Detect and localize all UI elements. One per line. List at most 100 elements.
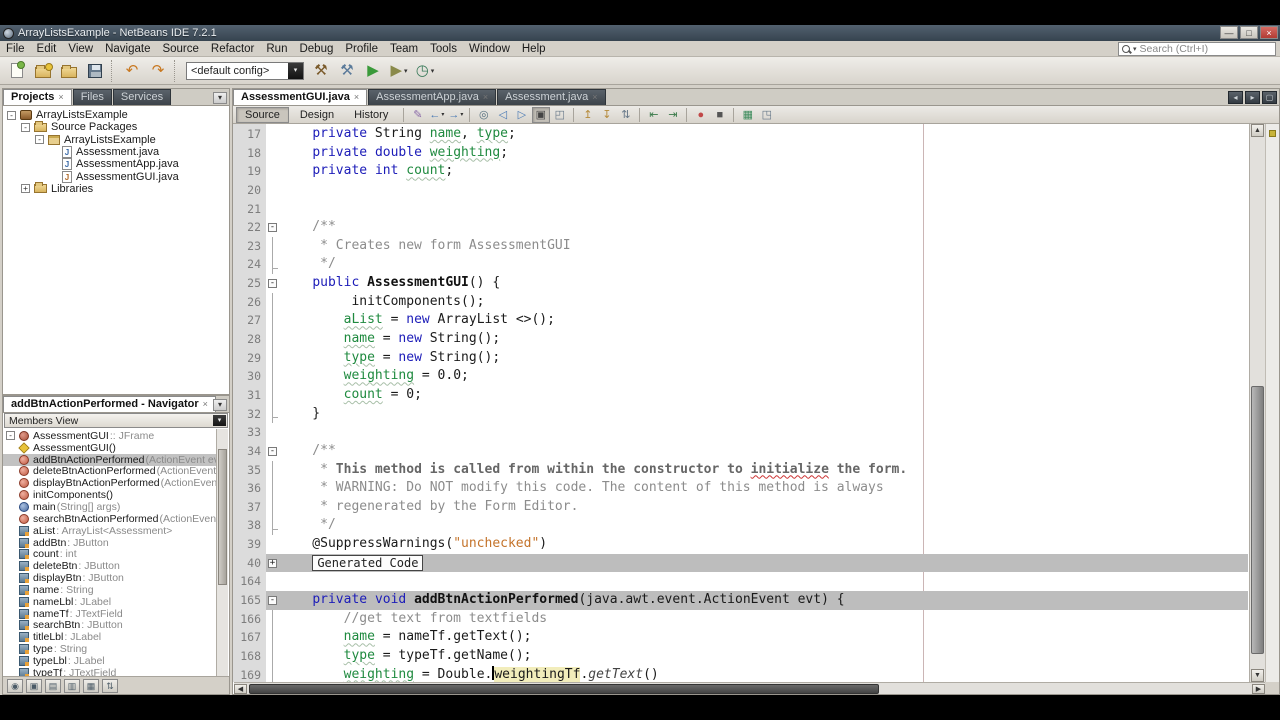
line-number[interactable]: 23 (233, 237, 266, 256)
line-number[interactable]: 37 (233, 498, 266, 517)
line-number[interactable]: 169 (233, 666, 266, 682)
line-number[interactable]: 29 (233, 349, 266, 368)
show-non-public-filter-button[interactable]: ▦ (83, 678, 99, 693)
line-number[interactable]: 31 (233, 386, 266, 405)
fold-column[interactable]: + (266, 553, 281, 573)
line-number[interactable]: 168 (233, 647, 266, 666)
member-assessmentgui[interactable]: AssessmentGUI() (3, 442, 216, 454)
tab-assessmentapp-java[interactable]: AssessmentApp.java × (368, 89, 497, 105)
split-document-button[interactable]: ◳ (758, 107, 776, 123)
scroll-left-button[interactable]: ◀ (234, 684, 247, 694)
menu-item-window[interactable]: Window (463, 41, 516, 57)
code-line-23[interactable]: 23 * Creates new form AssessmentGUI (233, 236, 1248, 256)
generated-code-fold-box[interactable]: Generated Code (312, 554, 424, 571)
member-assessmentgui[interactable]: - AssessmentGUI :: JFrame (3, 430, 216, 442)
line-number[interactable]: 32 (233, 405, 266, 424)
line-number[interactable]: 25 (233, 274, 266, 293)
member-displaybtn[interactable]: displayBtn : JButton (3, 572, 216, 584)
member-count[interactable]: count : int (3, 548, 216, 560)
line-number[interactable]: 40 (233, 554, 266, 573)
view-button-history[interactable]: History (345, 107, 397, 123)
back-button[interactable]: ← ▾ (428, 107, 446, 123)
line-number[interactable]: 33 (233, 423, 266, 442)
tree-expander-icon[interactable]: - (35, 135, 44, 145)
code-editor[interactable]: 17 private String name, type; 18 private … (233, 124, 1248, 682)
menu-item-tools[interactable]: Tools (424, 41, 463, 57)
stop-macro-button[interactable]: ■ (711, 107, 729, 123)
view-button-source[interactable]: Source (236, 106, 289, 123)
fold-column[interactable]: - (266, 442, 281, 461)
navigator-scrollbar-thumb[interactable] (218, 448, 227, 585)
code-line-167[interactable]: 167 name = nameTf.getText(); (233, 628, 1248, 647)
find-next-button[interactable]: ▷ (513, 107, 531, 123)
code-line-24[interactable]: 24 */ (233, 255, 1248, 275)
code-line-22[interactable]: 22- /** (233, 218, 1248, 237)
search-input[interactable]: ▾ Search (Ctrl+I) (1118, 42, 1276, 56)
member-name[interactable]: name : String (3, 584, 216, 596)
member-nametf[interactable]: nameTf : JTextField (3, 608, 216, 620)
line-number[interactable]: 21 (233, 200, 266, 219)
last-edit-location-button[interactable]: ✎ (409, 107, 427, 123)
code-line-20[interactable]: 20 (233, 181, 1248, 200)
fold-collapse-icon[interactable]: - (268, 446, 277, 456)
menu-item-source[interactable]: Source (156, 41, 204, 57)
member-displaybtnactionperformed[interactable]: displayBtnActionPerformed(ActionEvent ev… (3, 477, 216, 489)
tab-assessmentgui-java[interactable]: AssessmentGUI.java × (233, 89, 368, 105)
scroll-down-button[interactable]: ▼ (1251, 669, 1264, 682)
code-line-32[interactable]: 32 } (233, 404, 1248, 424)
fold-column[interactable]: - (266, 218, 281, 237)
new-project-button[interactable] (31, 59, 55, 83)
menu-item-debug[interactable]: Debug (293, 41, 339, 57)
menu-item-run[interactable]: Run (260, 41, 293, 57)
line-number[interactable]: 38 (233, 516, 266, 535)
tab-close-icon[interactable]: × (58, 90, 63, 105)
run-project-button[interactable]: ▶ (361, 59, 385, 83)
tree-expander-icon[interactable]: + (21, 184, 30, 194)
error-stripe[interactable] (1265, 124, 1279, 682)
scroll-tabs-right-button[interactable]: ▸ (1245, 91, 1260, 104)
line-number[interactable]: 164 (233, 572, 266, 591)
line-number[interactable]: 18 (233, 144, 266, 163)
redo-button[interactable]: ↷ (146, 59, 170, 83)
menu-item-view[interactable]: View (62, 41, 99, 57)
line-number[interactable]: 17 (233, 125, 266, 144)
member-searchbtnactionperformed[interactable]: searchBtnActionPerformed(ActionEvent evt… (3, 513, 216, 525)
line-number[interactable]: 24 (233, 255, 266, 274)
fold-column[interactable]: - (266, 274, 281, 293)
code-line-40[interactable]: 40 + Generated Code (233, 553, 1248, 573)
menu-item-navigate[interactable]: Navigate (99, 41, 156, 57)
menu-item-team[interactable]: Team (384, 41, 424, 57)
member-namelbl[interactable]: nameLbl : JLabel (3, 596, 216, 608)
show-public-filter-button[interactable]: ▥ (64, 678, 80, 693)
vertical-scrollbar-thumb[interactable] (1251, 386, 1264, 655)
record-macro-button[interactable]: ● (692, 107, 710, 123)
line-number[interactable]: 34 (233, 442, 266, 461)
tab-close-icon[interactable]: × (483, 90, 488, 105)
menu-item-help[interactable]: Help (516, 41, 552, 57)
code-line-39[interactable]: 39 @SuppressWarnings("unchecked") (233, 535, 1248, 554)
line-number[interactable]: 28 (233, 330, 266, 349)
tree-expander-icon[interactable]: - (6, 431, 15, 441)
member-deletebtnactionperformed[interactable]: deleteBtnActionPerformed(ActionEvent evt… (3, 465, 216, 477)
code-line-35[interactable]: 35 * This method is called from within t… (233, 460, 1248, 480)
previous-bookmark-button[interactable]: ↥ (579, 107, 597, 123)
new-file-button[interactable] (5, 59, 29, 83)
line-number[interactable]: 27 (233, 311, 266, 330)
diff-to-tracked-button[interactable]: ▦ (739, 107, 757, 123)
tree-expander-icon[interactable]: - (21, 122, 30, 132)
fold-expand-icon[interactable]: + (268, 558, 277, 568)
code-line-165[interactable]: 165- private void addBtnActionPerformed(… (233, 591, 1248, 610)
code-line-26[interactable]: 26 initComponents(); (233, 292, 1248, 312)
clean-build-project-button[interactable]: ⚒ (335, 59, 359, 83)
tree-item-assessmentapp-java[interactable]: J AssessmentApp.java (3, 158, 229, 171)
line-number[interactable]: 26 (233, 293, 266, 312)
code-line-37[interactable]: 37 * regenerated by the Form Editor. (233, 497, 1248, 517)
code-line-169[interactable]: 169 weighting = Double. weightingTf.getTe… (233, 665, 1248, 682)
find-previous-button[interactable]: ◁ (494, 107, 512, 123)
line-number[interactable]: 165 (233, 591, 266, 610)
tab-files[interactable]: Files (72, 89, 112, 105)
fold-collapse-icon[interactable]: - (268, 223, 277, 233)
menu-item-profile[interactable]: Profile (339, 41, 384, 57)
toggle-highlight-search-button[interactable]: ▣ (531, 106, 550, 123)
scroll-right-button[interactable]: ▶ (1252, 684, 1265, 694)
